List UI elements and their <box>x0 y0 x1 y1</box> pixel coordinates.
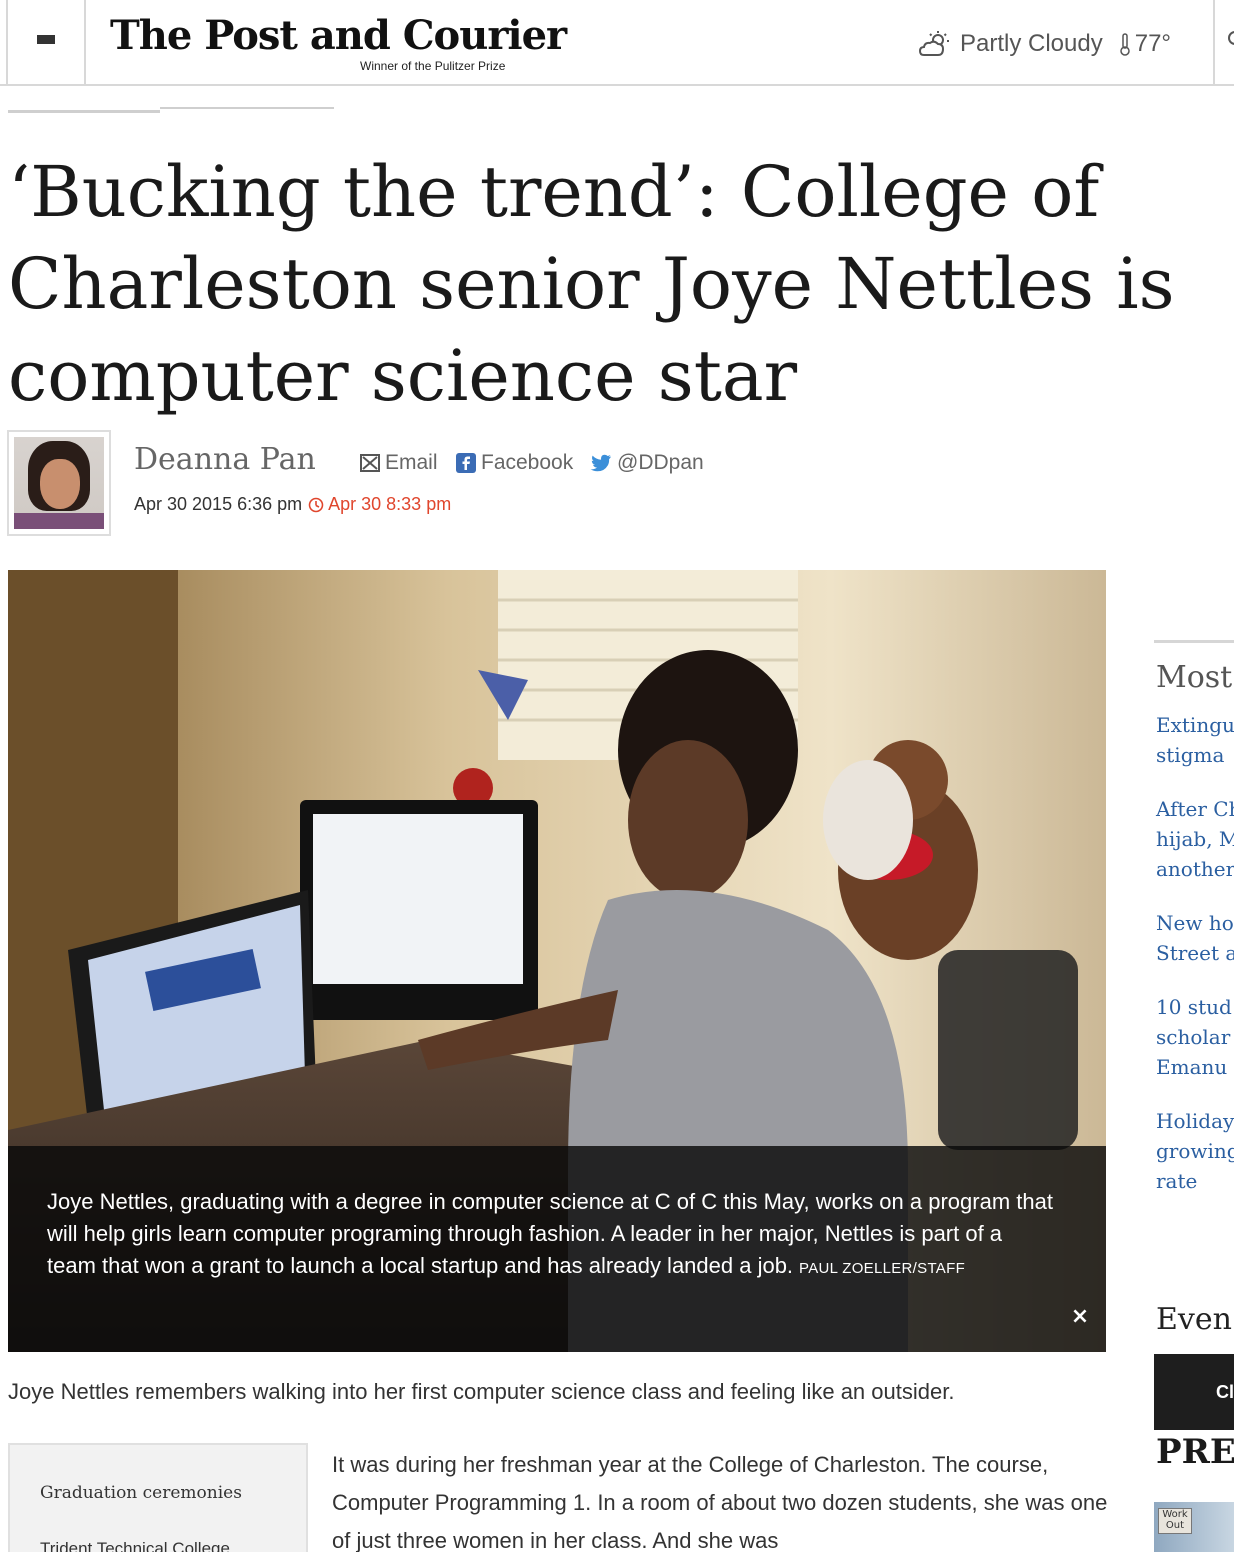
photo-credit: PAUL ZOELLER/STAFF <box>799 1260 966 1277</box>
rail-link[interactable]: Extingu stigma <box>1156 710 1234 770</box>
rail-pre-heading: PRE <box>1156 1432 1234 1472</box>
rail-link[interactable]: New ho Street a <box>1156 908 1234 968</box>
article-body-paragraph: It was during her freshman year at the C… <box>332 1452 1108 1552</box>
masthead-tagline: Winner of the Pulitzer Prize <box>360 59 506 73</box>
partly-cloudy-icon <box>918 31 949 56</box>
caption-close-button[interactable]: × <box>1069 1306 1091 1328</box>
article-dates: Apr 30 2015 6:36 pm Apr 30 8:33 pm <box>134 494 451 515</box>
clock-icon <box>308 497 324 512</box>
section-tab-indicator <box>8 110 160 113</box>
rail-link[interactable]: 10 stud scholar Emanu <box>1156 992 1232 1082</box>
author-avatar[interactable] <box>7 430 111 536</box>
rail-heading-events: Even <box>1156 1302 1232 1337</box>
header-divider <box>1213 0 1215 84</box>
sidebox-item[interactable]: Trident Technical College <box>40 1539 230 1552</box>
share-email-link[interactable]: Email <box>360 451 438 475</box>
menu-button[interactable] <box>6 0 86 84</box>
updated-date-group: Apr 30 8:33 pm <box>308 494 451 515</box>
rail-promo-text: Cl <box>1216 1382 1234 1402</box>
section-tab-divider <box>160 107 334 109</box>
published-date: Apr 30 2015 6:36 pm <box>134 494 303 514</box>
rail-divider <box>1154 640 1234 643</box>
article-photo[interactable]: Joye Nettles, graduating with a degree i… <box>8 570 1106 1352</box>
author-name[interactable]: Deanna Pan <box>134 442 316 477</box>
rail-link[interactable]: Holiday growing rate <box>1156 1106 1234 1196</box>
share-twitter-link[interactable]: @DDpan <box>590 451 704 475</box>
share-facebook-link[interactable]: Facebook <box>456 451 573 475</box>
related-sidebox: Graduation ceremonies Trident Technical … <box>8 1443 308 1552</box>
hamburger-icon <box>37 35 55 49</box>
updated-date: Apr 30 8:33 pm <box>328 494 452 514</box>
photo-caption: Joye Nettles, graduating with a degree i… <box>47 1186 1057 1285</box>
rail-thumbnail-sign: Work Out <box>1158 1508 1192 1534</box>
sidebox-title: Graduation ceremonies <box>40 1483 242 1503</box>
rail-link[interactable]: After Ch hijab, M another <box>1156 794 1234 884</box>
masthead-title: The Post and Courier <box>110 12 567 59</box>
email-icon <box>360 454 380 472</box>
rail-heading-most: Most <box>1156 660 1233 695</box>
share-email-label: Email <box>385 451 438 474</box>
site-header: The Post and Courier Winner of the Pulit… <box>0 0 1234 86</box>
twitter-icon <box>590 454 611 472</box>
share-twitter-label: @DDpan <box>617 451 704 474</box>
share-facebook-label: Facebook <box>481 451 574 474</box>
weather-temperature: 77° <box>1134 30 1172 57</box>
thermometer-icon <box>1119 33 1130 56</box>
rail-thumbnail[interactable]: Work Out <box>1154 1502 1234 1552</box>
facebook-icon <box>456 453 476 473</box>
search-icon[interactable] <box>1226 30 1234 50</box>
weather-condition: Partly Cloudy <box>960 30 1103 57</box>
weather-widget[interactable]: Partly Cloudy 77° <box>918 26 1171 62</box>
rail-promo-banner[interactable]: Cl <box>1154 1354 1234 1430</box>
photo-caption-box: Joye Nettles, graduating with a degree i… <box>8 1146 1106 1352</box>
right-rail: Most Extingu stigma After Ch hijab, M an… <box>1154 640 1234 1552</box>
avatar <box>14 437 104 529</box>
article-headline: ‘Bucking the trend’: College of Charlest… <box>8 151 1175 417</box>
masthead-logo[interactable]: The Post and Courier Winner of the Pulit… <box>110 12 567 76</box>
article-lead: Joye Nettles remembers walking into her … <box>8 1379 955 1404</box>
